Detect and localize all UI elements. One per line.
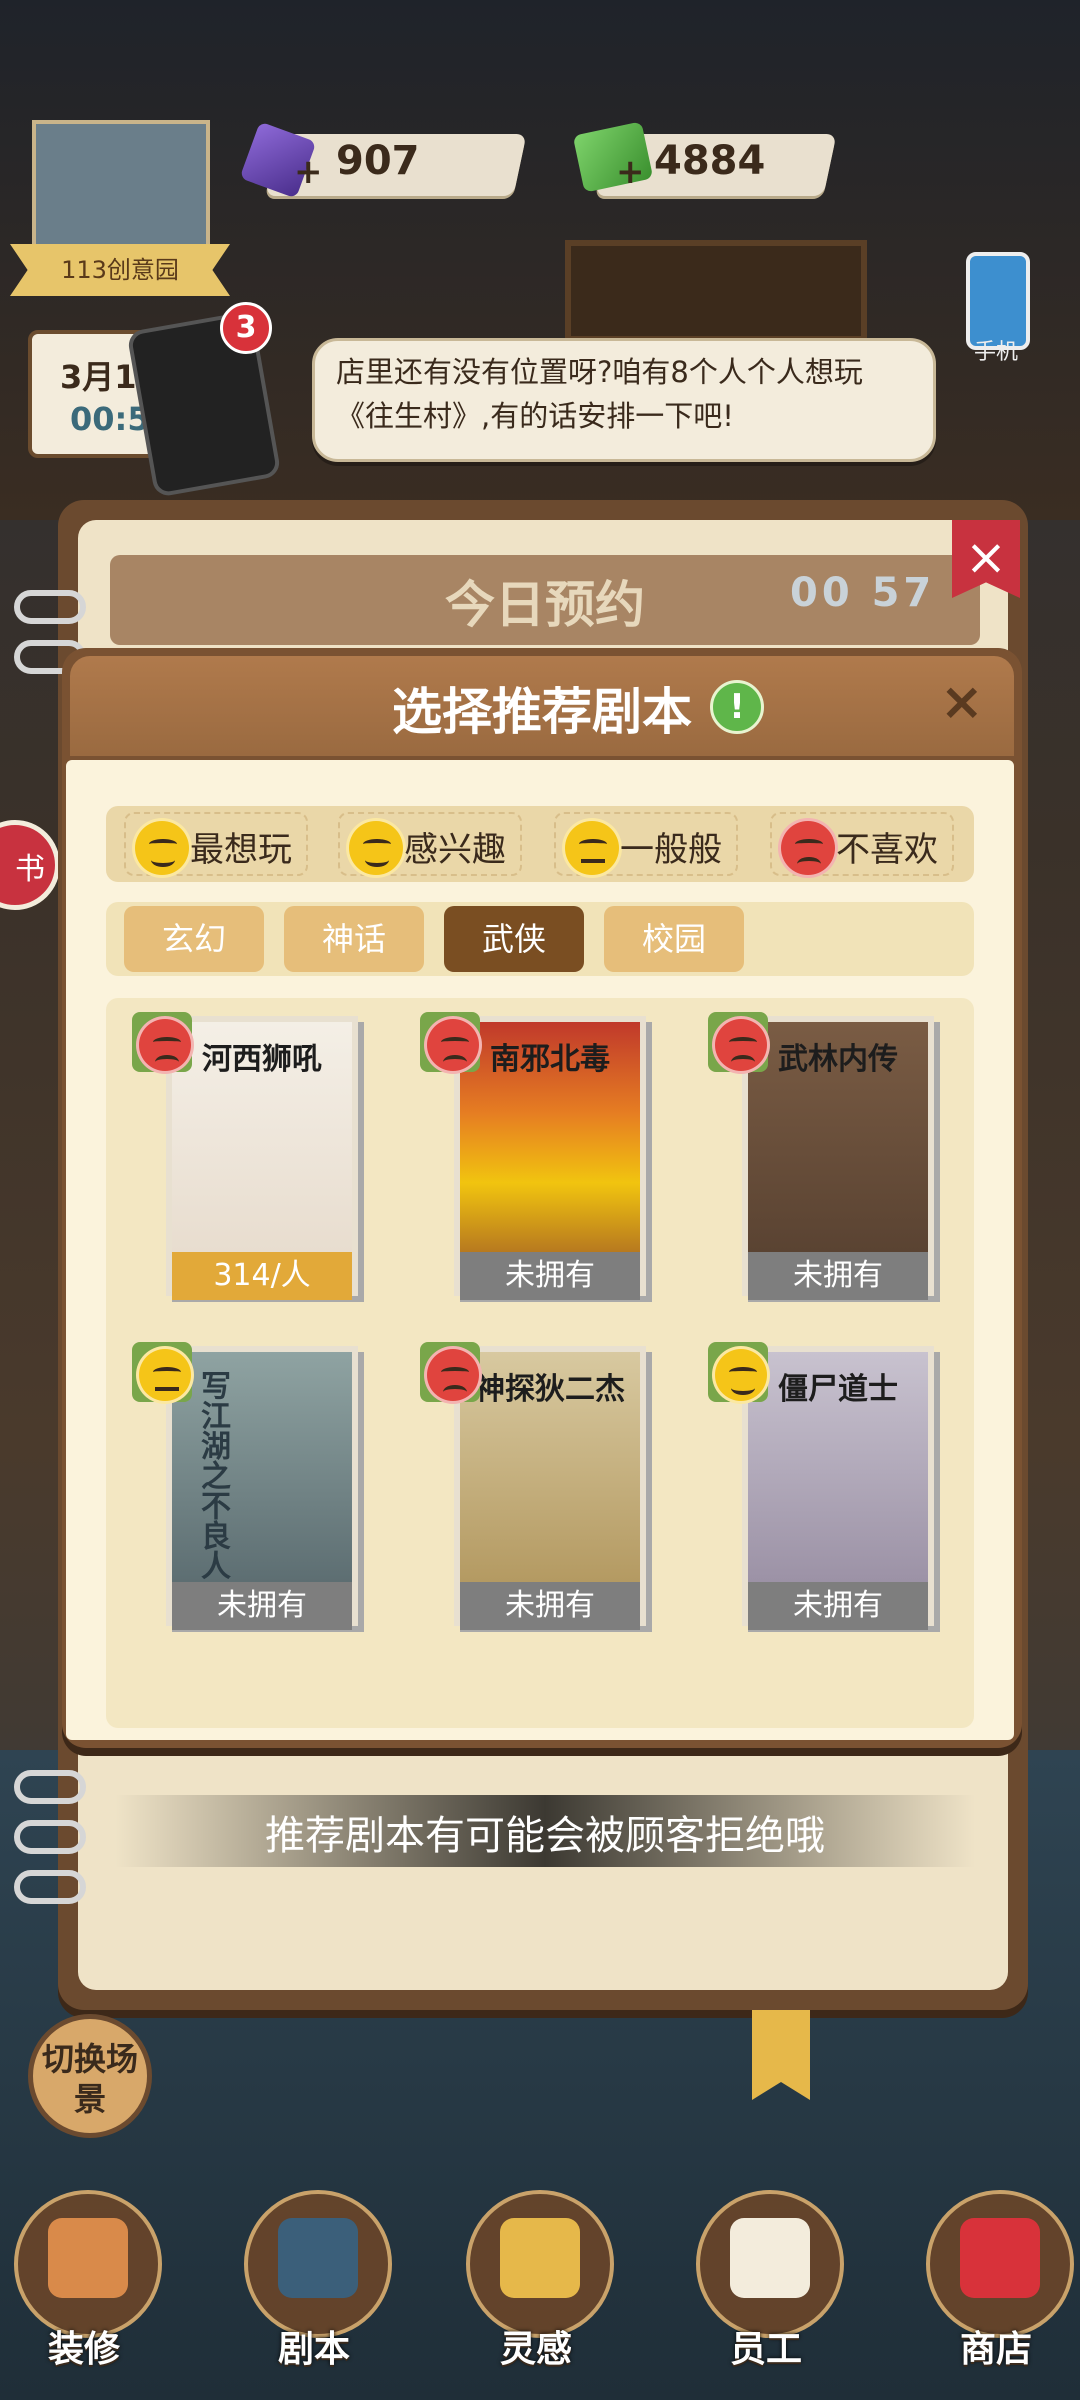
love-face-icon	[132, 818, 192, 878]
face-mouth	[581, 859, 605, 863]
face-mouth	[797, 857, 821, 871]
shelf-decoration	[565, 240, 867, 342]
lightbulb-icon	[500, 2218, 580, 2298]
face-mouth	[155, 1387, 179, 1391]
customer-speech-text: 店里还有没有位置呀?咱有8个人个人想玩《往生村》,有的话安排一下吧!	[336, 355, 863, 433]
face-eyes	[441, 1367, 469, 1377]
recommend-hint-text: 推荐剧本有可能会被顾客拒绝哦	[265, 1813, 825, 1859]
script-title: 僵尸道士	[778, 1372, 898, 1407]
script-card[interactable]: 写江湖之不良人 未拥有	[166, 1346, 358, 1630]
dislike-face-icon	[712, 1016, 770, 1074]
neutral-face-icon	[136, 1346, 194, 1404]
face-mouth	[365, 853, 389, 867]
staff-card-icon	[730, 2218, 810, 2298]
face-eyes	[363, 839, 391, 849]
dislike-face-icon	[424, 1016, 482, 1074]
script-title: 河西狮吼	[202, 1042, 322, 1077]
info-icon[interactable]: !	[710, 680, 764, 734]
legend-label: 一般般	[620, 830, 722, 870]
script-card[interactable]: 南邪北毒 未拥有	[454, 1016, 646, 1300]
script-card[interactable]: 僵尸道士 未拥有	[742, 1346, 934, 1630]
legend-label: 不喜欢	[836, 830, 938, 870]
nav-button-2[interactable]	[466, 2190, 614, 2338]
nav-button-0[interactable]	[14, 2190, 162, 2338]
script-poster: 南邪北毒	[460, 1022, 640, 1252]
gem-count: 907	[336, 138, 420, 184]
nav-button-4[interactable]	[926, 2190, 1074, 2338]
face-eyes	[729, 1367, 757, 1377]
script-poster: 僵尸道士	[748, 1352, 928, 1582]
nav-label: 员工	[729, 2329, 802, 2370]
face-eyes	[795, 839, 823, 849]
face-eyes	[579, 839, 607, 849]
dialog-title: 选择推荐剧本	[392, 683, 692, 741]
script-status: 未拥有	[460, 1252, 640, 1300]
script-status: 未拥有	[748, 1252, 928, 1300]
tab-genre-3[interactable]: 校园	[604, 906, 744, 972]
script-poster: 写江湖之不良人	[172, 1352, 352, 1582]
side-book-button[interactable]: 书	[0, 820, 60, 910]
notification-badge: 3	[220, 302, 272, 354]
face-eyes	[153, 1367, 181, 1377]
legend-label: 最想玩	[190, 830, 292, 870]
face-mouth	[731, 1381, 755, 1395]
script-poster: 神探狄二杰	[460, 1352, 640, 1582]
tab-genre-2[interactable]: 武侠	[444, 906, 584, 972]
cash-count: 4884	[654, 138, 766, 184]
face-mouth	[731, 1055, 755, 1069]
ring-binder-icon	[14, 1770, 86, 1804]
dislike-face-icon	[424, 1346, 482, 1404]
nav-button-3[interactable]	[696, 2190, 844, 2338]
script-status: 未拥有	[748, 1582, 928, 1630]
nav-button-1[interactable]	[244, 2190, 392, 2338]
dislike-face-icon	[778, 818, 838, 878]
script-title: 武林内传	[778, 1042, 898, 1077]
script-title: 写江湖之不良人	[195, 1370, 230, 1580]
ring-binder-icon	[14, 1820, 86, 1854]
face-mouth	[443, 1055, 467, 1069]
script-card[interactable]: 武林内传 未拥有	[742, 1016, 934, 1300]
tab-genre-0[interactable]: 玄幻	[124, 906, 264, 972]
switch-scene-button[interactable]: 切换场景	[28, 2014, 152, 2138]
script-poster: 武林内传	[748, 1022, 928, 1252]
house-icon	[48, 2218, 128, 2298]
script-title: 神探狄二杰	[475, 1372, 625, 1407]
script-poster: 河西狮吼	[172, 1022, 352, 1252]
add-cash-icon[interactable]: +	[616, 152, 645, 192]
script-title: 南邪北毒	[490, 1042, 610, 1077]
nav-label: 剧本	[277, 2329, 350, 2370]
dialog-close-button[interactable]: ×	[940, 672, 984, 732]
interested-face-icon	[346, 818, 406, 878]
face-mouth	[443, 1385, 467, 1399]
add-gems-icon[interactable]: +	[294, 152, 323, 192]
shop-name-banner: 113创意园	[10, 244, 230, 296]
neutral-face-icon	[562, 818, 622, 878]
script-book-icon	[278, 2218, 358, 2298]
side-phone-label: 手机	[974, 340, 1019, 365]
face-eyes	[149, 839, 177, 849]
script-status: 314/人	[172, 1252, 352, 1300]
nav-label: 装修	[47, 2329, 120, 2370]
ring-binder-icon	[14, 1870, 86, 1904]
script-card[interactable]: 河西狮吼 314/人	[166, 1016, 358, 1300]
dislike-face-icon	[136, 1016, 194, 1074]
face-eyes	[441, 1037, 469, 1047]
tab-genre-1[interactable]: 神话	[284, 906, 424, 972]
interested-face-icon	[712, 1346, 770, 1404]
nav-label: 商店	[959, 2329, 1032, 2370]
shop-thumbnail[interactable]	[32, 120, 210, 258]
face-eyes	[729, 1037, 757, 1047]
ring-binder-icon	[14, 590, 86, 624]
face-eyes	[153, 1037, 181, 1047]
notebook-timer: 00 57	[790, 570, 936, 616]
nav-label: 灵感	[499, 2329, 572, 2370]
shop-icon	[960, 2218, 1040, 2298]
face-mouth	[151, 853, 175, 867]
legend-label: 感兴趣	[404, 830, 506, 870]
script-status: 未拥有	[460, 1582, 640, 1630]
script-status: 未拥有	[172, 1582, 352, 1630]
face-mouth	[155, 1055, 179, 1069]
script-card[interactable]: 神探狄二杰 未拥有	[454, 1346, 646, 1630]
